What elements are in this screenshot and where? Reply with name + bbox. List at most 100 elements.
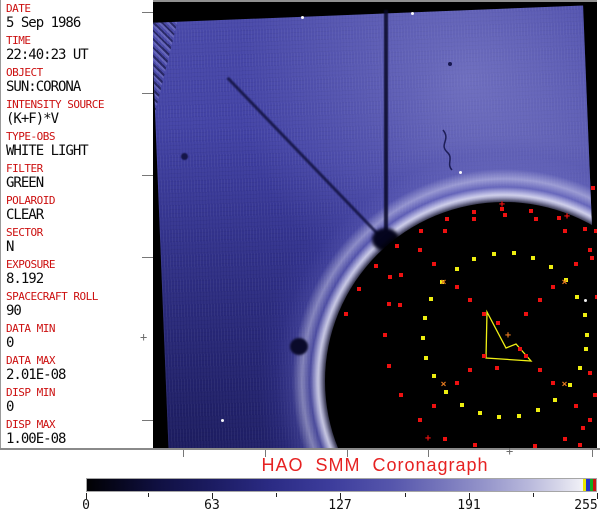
fiducial-dot-red xyxy=(503,213,507,217)
field-label: SPACECRAFT ROLL xyxy=(6,290,98,303)
metadata-field: TYPE-OBS WHITE LIGHT xyxy=(6,130,152,162)
fiducial-dot-yellow xyxy=(491,251,496,256)
coronagraph-image-area: × × × × + + + + xyxy=(153,0,597,448)
fiducial-dot-yellow xyxy=(454,266,459,271)
fiducial-dot-red xyxy=(443,229,447,234)
metadata-sidebar: DATE 5 Sep 1986 TIME 22:40:23 UT OBJECT SUN:C… xyxy=(6,2,152,450)
fiducial-dot-red xyxy=(538,297,543,302)
fiducial-dot-red xyxy=(383,333,387,337)
fiducial-dot-red xyxy=(594,229,597,233)
field-value: SUN:CORONA xyxy=(6,79,81,95)
fiducial-dot-yellow xyxy=(459,402,464,407)
fiducial-dot-red xyxy=(533,444,537,448)
fiducial-dot-red xyxy=(418,248,423,253)
fiducial-dot-red xyxy=(343,311,348,316)
field-label: DATA MAX xyxy=(6,354,55,367)
fiducial-dot-red xyxy=(534,217,539,222)
field-value: 90 xyxy=(6,303,22,319)
metadata-field: TIME 22:40:23 UT xyxy=(6,34,152,66)
metadata-field: POLAROID CLEAR xyxy=(6,194,152,226)
field-label: TIME xyxy=(6,34,31,47)
fiducial-dot-yellow xyxy=(536,407,541,412)
left-axis-tick xyxy=(142,175,153,176)
colorbar-end-stripe xyxy=(590,479,593,491)
fiducial-dot-red xyxy=(399,273,404,277)
fiducial-dot-red xyxy=(467,368,472,373)
field-value: 22:40:23 UT xyxy=(6,47,89,63)
fiducial-dot-yellow xyxy=(472,256,477,261)
metadata-field: OBJECT SUN:CORONA xyxy=(6,66,152,98)
fiducial-dot-red xyxy=(563,436,567,441)
fiducial-dot-red xyxy=(595,295,597,299)
colorbar-tick-label: 63 xyxy=(204,498,220,513)
metadata-field: DATE 5 Sep 1986 xyxy=(6,2,152,34)
star-speck xyxy=(411,12,414,15)
fiducial-dot-red xyxy=(388,275,392,279)
colorbar-minor-tick xyxy=(276,493,277,497)
fiducial-dot-red xyxy=(578,443,582,447)
fiducial-x-marker: × xyxy=(561,378,568,390)
fiducial-dot-red xyxy=(551,381,556,386)
fiducial-dot-red xyxy=(472,209,477,214)
colorbar-tick-label: 0 xyxy=(82,498,90,513)
fiducial-plus-marker: + xyxy=(499,199,506,210)
fiducial-dot-red xyxy=(394,244,399,249)
fiducial-dot-red xyxy=(443,436,447,441)
fiducial-plus-marker: + xyxy=(505,330,512,341)
left-axis-tick xyxy=(142,420,153,421)
fiducial-dot-yellow xyxy=(422,315,427,320)
fiducial-dot-red xyxy=(454,381,459,386)
fiducial-dot-yellow xyxy=(548,265,553,270)
field-label: EXPOSURE xyxy=(6,258,55,271)
fiducial-dot-red xyxy=(524,311,529,316)
bottom-axis-tick xyxy=(592,450,593,457)
fiducial-dot-red xyxy=(588,371,592,375)
field-label: DATA MIN xyxy=(6,322,55,335)
fiducial-dot-yellow xyxy=(577,366,582,371)
bottom-axis-plus: + xyxy=(506,444,514,458)
fiducial-dot-red xyxy=(582,227,587,232)
fiducial-dot-red xyxy=(356,286,361,291)
fiducial-dot-yellow xyxy=(511,251,516,256)
star-speck xyxy=(459,171,462,174)
fiducial-plus-marker: + xyxy=(425,433,432,444)
colorbar-tick-label: 127 xyxy=(328,498,352,513)
fiducial-x-marker: × xyxy=(440,378,447,390)
fiducial-dot-red xyxy=(563,229,567,234)
fiducial-dot-yellow xyxy=(531,255,536,260)
fiducial-dot-red xyxy=(399,393,404,397)
field-label: OBJECT xyxy=(6,66,43,79)
colorbar-minor-tick xyxy=(533,493,534,497)
metadata-field: SECTOR N xyxy=(6,226,152,258)
fiducial-dot-red xyxy=(467,297,472,302)
fiducial-dot-yellow xyxy=(585,333,589,337)
metadata-field: DATA MAX 2.01E-08 xyxy=(6,354,152,386)
field-label: SECTOR xyxy=(6,226,43,239)
field-value: GREEN xyxy=(6,175,44,191)
fiducial-dot-red xyxy=(581,426,585,430)
field-value: 2.01E-08 xyxy=(6,367,66,383)
field-label: INTENSITY SOURCE xyxy=(6,98,104,111)
bottom-axis-tick xyxy=(428,450,429,457)
fiducial-dot-red xyxy=(587,248,592,253)
fiducial-dot-red xyxy=(418,228,423,233)
fiducial-dot-red xyxy=(591,186,595,190)
image-title: HAO SMM Coronagraph xyxy=(261,455,489,475)
fiducial-dot-red xyxy=(432,262,437,267)
field-value: 0 xyxy=(6,399,14,415)
bottom-axis-tick xyxy=(265,450,266,457)
fiducial-dot-red xyxy=(538,368,543,373)
field-label: FILTER xyxy=(6,162,43,175)
coronagraph-viewer-window: DATE 5 Sep 1986 TIME 22:40:23 UT OBJECT SUN:C… xyxy=(0,0,600,513)
colorbar-tick-label: 255 xyxy=(574,498,598,513)
bottom-axis-tick xyxy=(183,450,184,457)
fiducial-dot-red xyxy=(573,262,578,267)
fiducial-dot-red xyxy=(551,284,556,289)
fiducial-dot-red xyxy=(590,256,594,260)
metadata-field: SPACECRAFT ROLL 90 xyxy=(6,290,152,322)
fiducial-dot-yellow xyxy=(497,414,502,419)
colorbar xyxy=(86,478,597,492)
fiducial-dot-red xyxy=(418,417,423,422)
fiducial-dot-yellow xyxy=(444,389,448,394)
fiducial-dot-yellow xyxy=(567,383,572,388)
